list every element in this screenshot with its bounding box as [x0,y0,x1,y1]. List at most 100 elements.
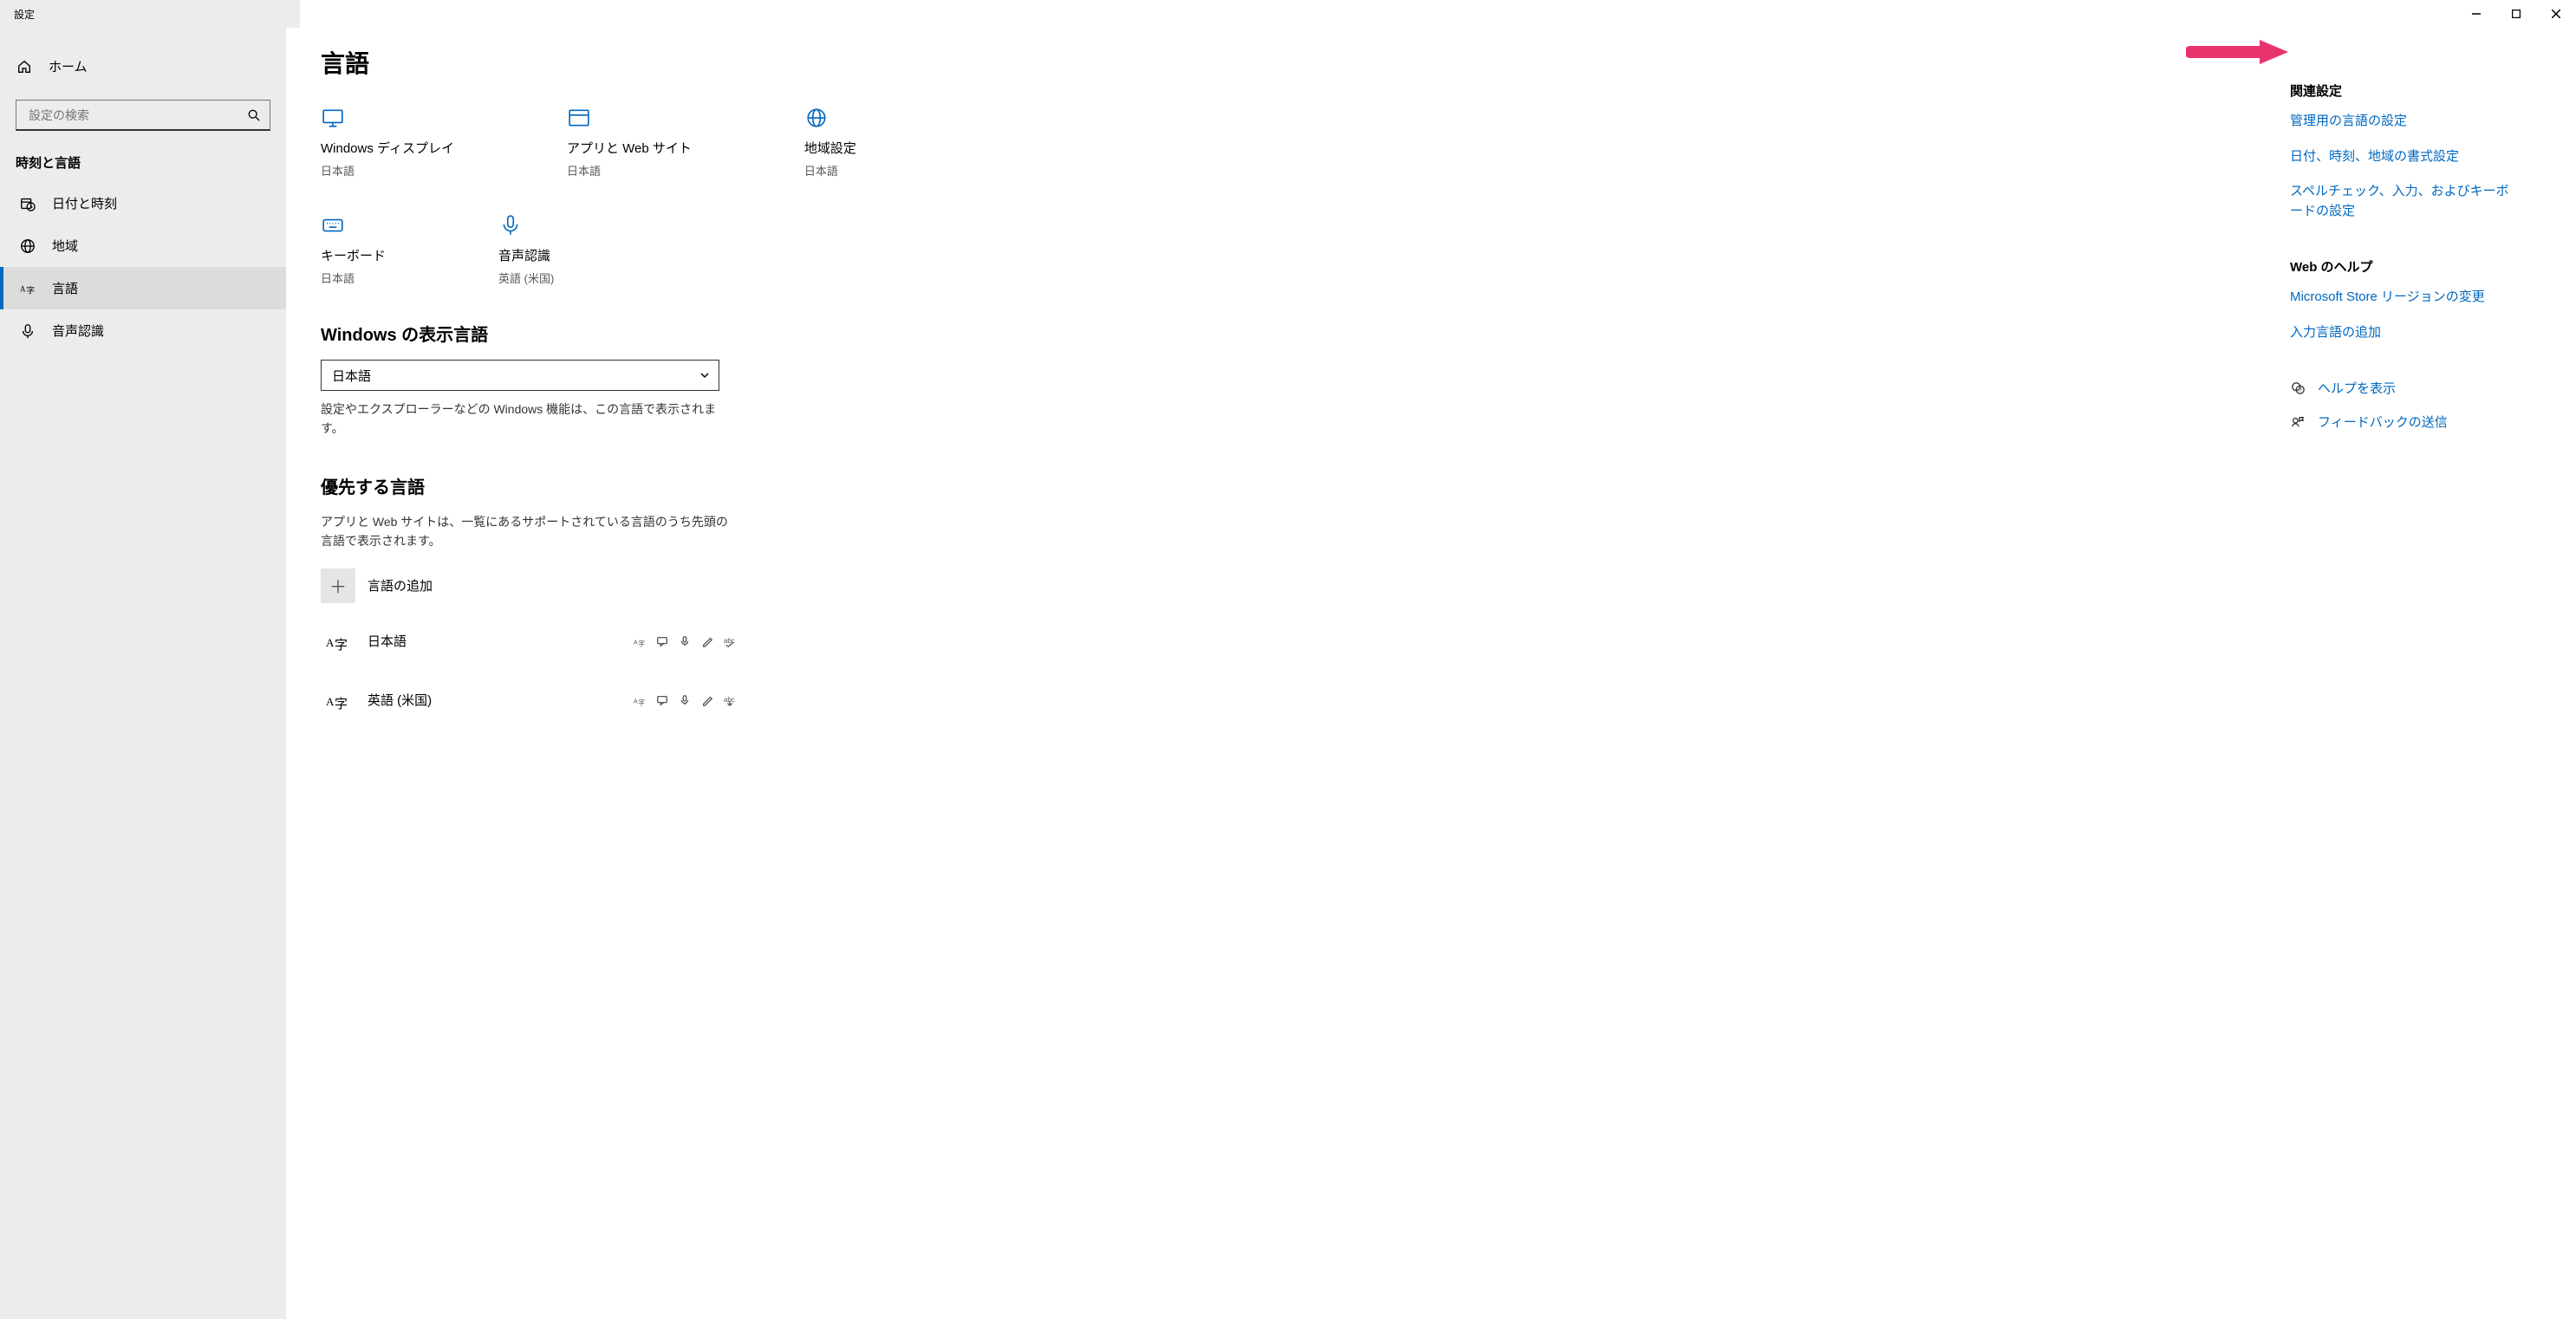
text-to-speech-icon [655,634,669,648]
window-title: 設定 [14,7,35,22]
tile-value: 日本語 [804,162,838,179]
language-item-label: 日本語 [368,632,621,650]
add-language-label: 言語の追加 [368,576,433,595]
sidebar: ホーム 時刻と言語 日付と時刻 地域 [0,28,286,1319]
speech-recognition-icon [678,634,692,648]
display-language-heading: Windows の表示言語 [321,321,1101,346]
svg-text:A: A [634,640,638,646]
monitor-icon [321,106,345,130]
search-input-container[interactable] [16,100,270,131]
page-title: 言語 [321,45,1101,80]
window-icon [567,106,591,130]
home-icon [16,58,33,75]
plus-icon: ＋ [321,569,355,603]
chevron-down-icon [699,370,710,380]
preferred-languages-heading: 優先する言語 [321,473,1101,498]
svg-text:A: A [326,695,335,708]
display-language-value: 日本語 [332,367,371,385]
handwriting-icon [700,634,714,648]
calendar-clock-icon [19,195,36,212]
minimize-button[interactable] [2456,0,2496,28]
svg-text:?: ? [2299,387,2302,393]
get-help-label: ヘルプを表示 [2318,379,2396,397]
language-icon: A字 [19,280,36,297]
link-admin-language-settings[interactable]: 管理用の言語の設定 [2290,112,2515,132]
tile-keyboard[interactable]: キーボード 日本語 [321,213,386,286]
sidebar-item-label: 日付と時刻 [52,194,117,212]
svg-text:A: A [326,636,335,649]
help-icon: ? [2290,380,2306,396]
display-language-select[interactable]: 日本語 [321,360,719,391]
titlebar: 設定 [0,0,2576,28]
globe-icon [804,106,829,130]
display-language-pack-icon: A字 [633,634,647,648]
sidebar-item-date-time[interactable]: 日付と時刻 [0,182,286,224]
svg-text:abc: abc [724,636,735,644]
feedback-icon [2290,414,2306,430]
give-feedback-link[interactable]: フィードバックの送信 [2290,413,2541,431]
search-input[interactable] [27,107,259,123]
spellcheck-download-icon: abc [723,693,737,707]
language-item-label: 英語 (米国) [368,691,621,709]
sidebar-item-label: 音声認識 [52,322,104,340]
speech-recognition-icon [678,693,692,707]
microphone-icon [19,322,36,340]
language-item[interactable]: A字 日本語 A字 abc [321,612,737,671]
tile-value: 英語 (米国) [498,270,554,286]
language-glyph-icon: A字 [321,683,355,718]
svg-text:字: 字 [638,639,645,647]
svg-text:A: A [20,284,26,293]
handwriting-icon [700,693,714,707]
maximize-button[interactable] [2496,0,2536,28]
tile-label: Windows ディスプレイ [321,139,454,157]
nav-section-title: 時刻と言語 [0,153,286,182]
annotation-arrow [2186,35,2290,69]
display-language-desc: 設定やエクスプローラーなどの Windows 機能は、この言語で表示されます。 [321,400,737,439]
tile-value: 日本語 [567,162,601,179]
svg-text:字: 字 [335,697,348,711]
tile-speech[interactable]: 音声認識 英語 (米国) [498,213,554,286]
get-help-link[interactable]: ? ヘルプを表示 [2290,379,2541,397]
home-button[interactable]: ホーム [0,49,286,84]
tile-region-format[interactable]: 地域設定 日本語 [804,106,856,179]
preferred-languages-desc: アプリと Web サイトは、一覧にあるサポートされている言語のうち先頭の言語で表… [321,512,737,551]
sidebar-item-label: 地域 [52,237,78,255]
sidebar-item-language[interactable]: A字 言語 [0,267,286,309]
tile-apps-websites[interactable]: アプリと Web サイト 日本語 [567,106,692,179]
tile-label: 音声認識 [498,246,550,264]
search-icon [247,108,261,122]
language-glyph-icon: A字 [321,624,355,659]
related-settings-title: 関連設定 [2290,81,2541,100]
microphone-icon [498,213,523,237]
web-help-title: Web のヘルプ [2290,257,2541,276]
link-add-input-language[interactable]: 入力言語の追加 [2290,323,2515,343]
tile-value: 日本語 [321,162,355,179]
tile-windows-display[interactable]: Windows ディスプレイ 日本語 [321,106,454,179]
language-item[interactable]: A字 英語 (米国) A字 abc [321,671,737,730]
close-button[interactable] [2536,0,2576,28]
svg-text:A: A [634,698,638,705]
link-spellcheck-input-keyboard[interactable]: スペルチェック、入力、およびキーボードの設定 [2290,182,2515,221]
link-store-region-change[interactable]: Microsoft Store リージョンの変更 [2290,288,2515,308]
svg-text:字: 字 [335,638,348,653]
give-feedback-label: フィードバックの送信 [2318,413,2448,431]
link-date-time-region-format[interactable]: 日付、時刻、地域の書式設定 [2290,147,2515,167]
keyboard-icon [321,213,345,237]
svg-text:字: 字 [638,698,645,706]
add-language-button[interactable]: ＋ 言語の追加 [321,569,1101,603]
language-feature-icons: A字 abc [633,634,737,648]
tile-value: 日本語 [321,270,355,286]
display-language-pack-icon: A字 [633,693,647,707]
spellcheck-icon: abc [723,634,737,648]
tile-label: アプリと Web サイト [567,139,692,157]
sidebar-item-speech[interactable]: 音声認識 [0,309,286,352]
svg-text:字: 字 [26,284,35,296]
language-feature-icons: A字 abc [633,693,737,707]
sidebar-item-region[interactable]: 地域 [0,224,286,267]
tile-label: 地域設定 [804,139,856,157]
globe-icon [19,237,36,255]
tile-label: キーボード [321,246,386,264]
home-label: ホーム [49,57,88,75]
text-to-speech-icon [655,693,669,707]
sidebar-item-label: 言語 [52,279,78,297]
